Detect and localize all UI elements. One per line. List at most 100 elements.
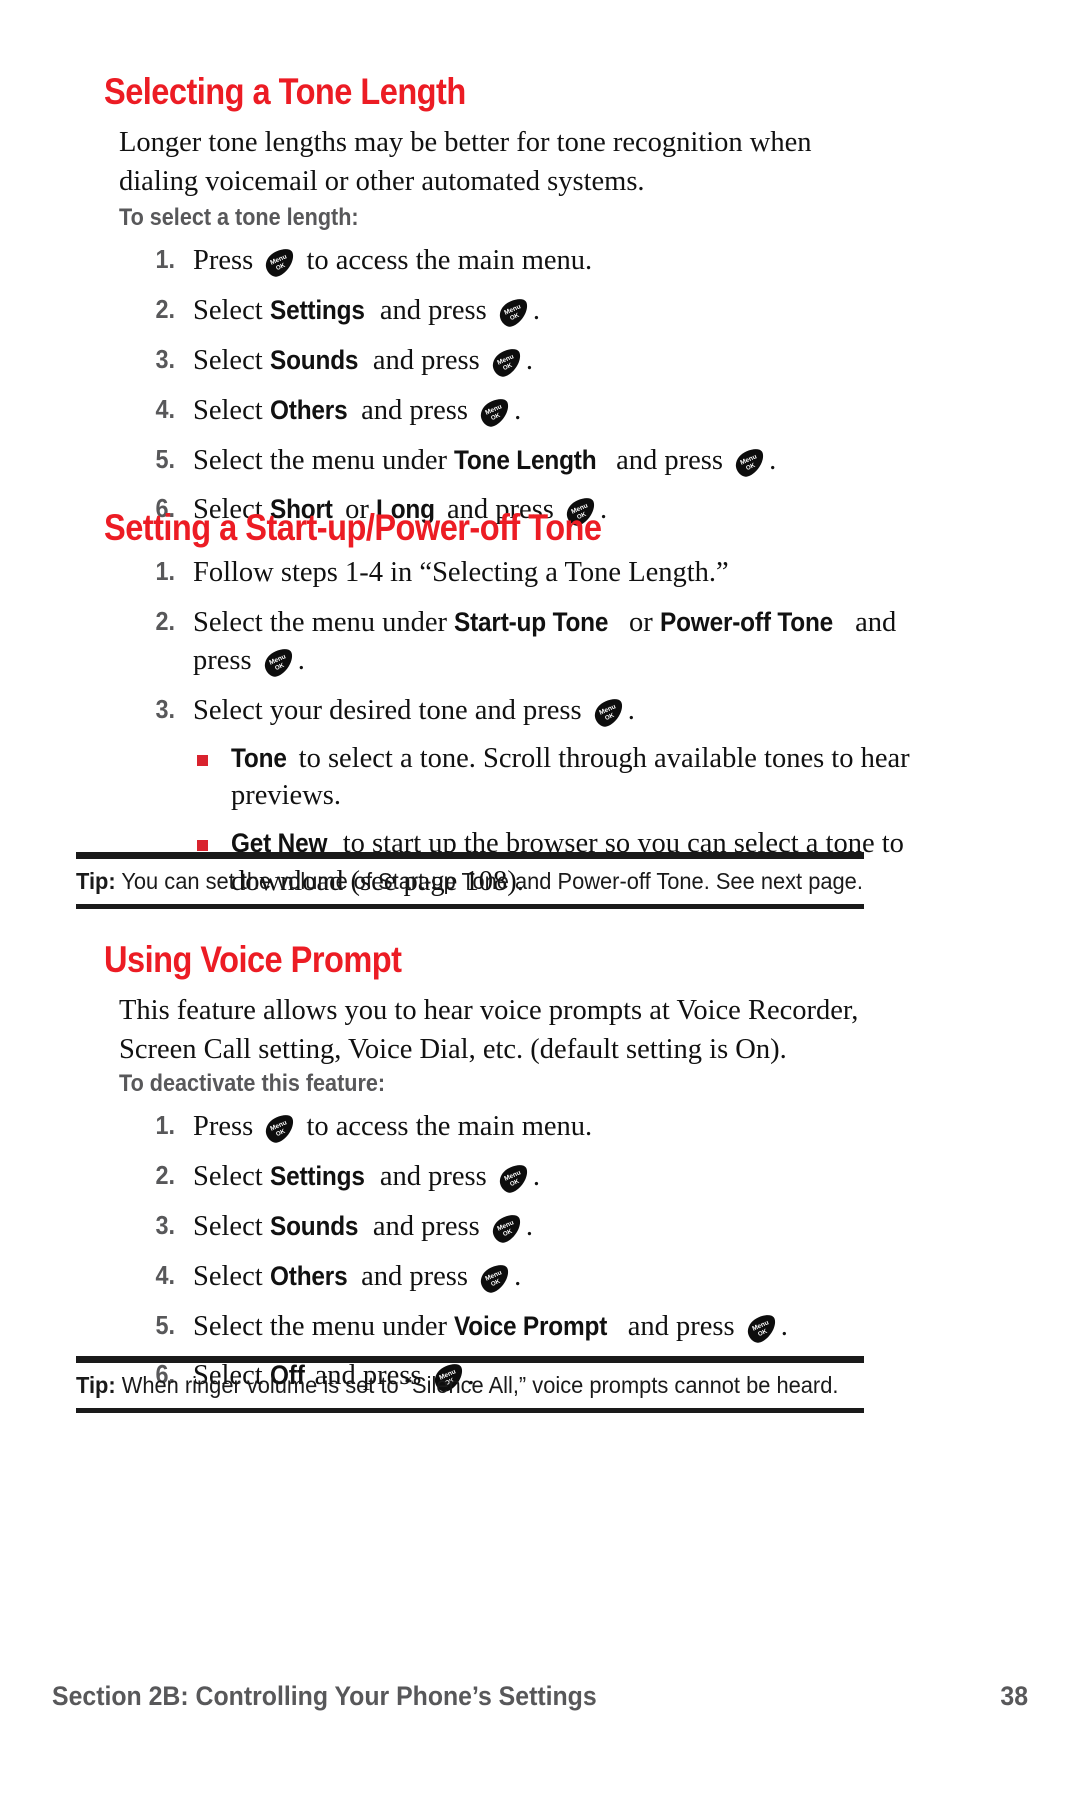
step-text: and press [365, 1210, 487, 1242]
step-bold-term: Others [269, 1260, 348, 1291]
steps-list-tone-length: 1. Press Menu OK to access the main menu. 2… [133, 242, 933, 541]
page-title-using-voice-prompt: Using Voice Prompt [104, 939, 402, 980]
tip-label: Tip: [76, 1372, 116, 1398]
tip-rule-bottom [76, 1408, 864, 1413]
list-item: 4. Select Others and press Menu OK. [133, 1258, 933, 1296]
step-bold-term: Voice Prompt [454, 1310, 608, 1341]
step-bold-term: Power-off Tone [659, 606, 833, 637]
step-number: 5. [155, 1309, 175, 1340]
step-text: . [532, 294, 540, 326]
step-text: Select [193, 1210, 270, 1242]
step-bold-term: Sounds [269, 344, 359, 375]
step-text: . [780, 1310, 788, 1342]
step-bold-term: Settings [269, 1160, 365, 1191]
list-item: 1. Press Menu OK to access the main menu. [133, 242, 933, 280]
tip-box-startup-tone: Tip: You can set the volume of Start-up … [76, 852, 864, 909]
intro-paragraph-voice-prompt: This feature allows you to hear voice pr… [119, 995, 859, 1065]
square-bullet-icon [197, 754, 208, 766]
list-item: 1. Press Menu OK to access the main menu. [133, 1108, 933, 1146]
bullet-bold-term: Tone [231, 742, 287, 773]
step-number: 2. [155, 605, 175, 636]
step-number: 2. [155, 293, 175, 324]
step-text: Select [193, 394, 270, 426]
step-text: and press [353, 1260, 476, 1292]
step-text: . [532, 1160, 540, 1192]
step-text: to access the main menu. [299, 245, 593, 276]
step-text: Press [193, 1111, 261, 1142]
menu-ok-key-icon: Menu OK [478, 1264, 512, 1293]
step-bold-term: Others [269, 394, 348, 425]
menu-ok-key-icon: Menu OK [263, 1115, 297, 1143]
menu-ok-key-icon: Menu OK [478, 398, 512, 427]
menu-ok-key-icon: Menu OK [733, 448, 767, 477]
tip-rule-top [76, 1356, 864, 1363]
menu-ok-key-icon: Menu OK [592, 698, 626, 727]
step-text: and press [372, 1160, 494, 1192]
menu-ok-key-icon: Menu OK [745, 1314, 779, 1343]
step-number: 3. [155, 1209, 175, 1240]
subheading-to-select-a-tone-length: To select a tone length: [119, 204, 359, 231]
step-text: . [514, 394, 522, 426]
step-number: 1. [155, 556, 175, 586]
step-text: or [621, 606, 660, 638]
tip-text: Tip: When ringer volume is set to “Silen… [76, 1363, 838, 1408]
step-text: . [525, 344, 533, 376]
step-number: 3. [155, 343, 175, 374]
step-text: and press [372, 294, 494, 326]
step-text: Select the menu under [193, 1310, 455, 1342]
step-text: and press [608, 444, 731, 476]
step-text: . [525, 1210, 533, 1242]
tip-text: Tip: You can set the volume of Start-up … [76, 859, 863, 904]
step-text: Press [193, 245, 261, 276]
menu-ok-key-icon: Menu OK [490, 1214, 524, 1243]
list-item: 3. Select Sounds and press Menu OK. [133, 342, 933, 380]
subheading-to-deactivate-this-feature: To deactivate this feature: [119, 1070, 386, 1097]
step-text: and press [365, 344, 487, 376]
step-text: Select your desired tone and press [193, 694, 589, 726]
list-item: 1. Follow steps 1-4 in “Selecting a Tone … [133, 554, 933, 592]
list-item: 4. Select Others and press Menu OK. [133, 392, 933, 430]
step-bold-term: Tone Length [454, 444, 597, 475]
step-bold-term: Start-up Tone [454, 606, 609, 637]
bullet-item: Tone to select a tone. Scroll through av… [193, 740, 933, 816]
tip-body: You can set the volume of Start-up Tone … [115, 868, 863, 894]
list-item: 2. Select the menu under Start-up Tone or… [133, 604, 933, 680]
step-text: Select [193, 1160, 270, 1192]
list-item: 5. Select the menu under Tone Length and … [133, 442, 933, 480]
step-text: Select [193, 344, 270, 376]
step-text: Select [193, 1260, 270, 1292]
list-item: 2. Select Settings and press Menu OK. [133, 1158, 933, 1196]
step-bold-term: Sounds [269, 1210, 359, 1241]
step-text: and press [620, 1310, 742, 1342]
step-number: 4. [155, 1259, 175, 1290]
step-number: 2. [155, 1159, 175, 1190]
tip-body: When ringer volume is set to “Silence Al… [115, 1372, 839, 1398]
step-text: to select a tone. Scroll through availab… [231, 742, 910, 812]
tip-box-voice-prompt: Tip: When ringer volume is set to “Silen… [76, 1356, 864, 1413]
step-text: . [627, 694, 635, 726]
footer-section-label: Section 2B: Controlling Your Phone’s Set… [52, 1681, 597, 1711]
step-text: . [769, 444, 777, 476]
manual-page: Selecting a Tone Length Longer tone leng… [0, 0, 1080, 1800]
step-number: 3. [155, 693, 175, 724]
step-bold-term: Settings [269, 294, 365, 325]
page-title-selecting-a-tone-length: Selecting a Tone Length [104, 71, 466, 112]
step-number: 1. [155, 244, 175, 274]
tip-rule-top [76, 852, 864, 859]
step-text: . [514, 1260, 522, 1292]
step-text: Select the menu under [193, 444, 455, 476]
step-text: and press [353, 394, 476, 426]
menu-ok-key-icon: Menu OK [497, 1165, 531, 1193]
tip-label: Tip: [76, 868, 116, 894]
list-item: 2. Select Settings and press Menu OK. [133, 292, 933, 330]
step-text: to access the main menu. [299, 1111, 593, 1142]
footer-page-number: 38 [1000, 1681, 1028, 1711]
step-number: 4. [155, 393, 175, 424]
step-text: . [297, 644, 305, 676]
step-text: Select the menu under [193, 606, 455, 638]
intro-paragraph-tone-length: Longer tone lengths may be better for to… [119, 127, 812, 197]
menu-ok-key-icon: Menu OK [263, 249, 297, 277]
menu-ok-key-icon: Menu OK [262, 648, 296, 677]
step-text: Follow steps 1-4 in “Selecting a Tone Le… [193, 557, 729, 588]
list-item: 5. Select the menu under Voice Prompt and… [133, 1308, 933, 1346]
